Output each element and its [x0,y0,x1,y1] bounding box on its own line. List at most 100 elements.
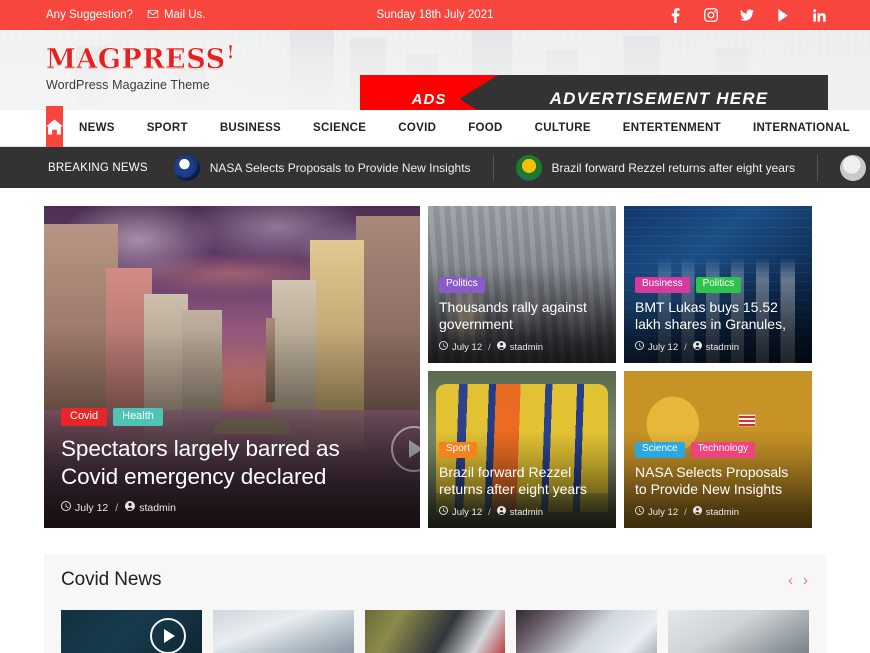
category-badges: Business Politics [635,276,801,293]
post-meta: July 12 / stadmin [635,506,801,518]
nav-item-culture[interactable]: CULTURE [519,122,607,134]
user-icon [692,341,702,353]
chevron-right-icon[interactable]: › [803,573,808,588]
post-date-label: July 12 [452,341,483,353]
featured-row-bottom: Sport Brazil forward Rezzel returns afte… [428,371,812,528]
nasa-logo-thumb-icon [173,154,200,181]
card-title[interactable]: Thousands rally against government [439,299,605,334]
nav-items: NEWS SPORT BUSINESS SCIENCE COVID FOOD C… [63,110,870,146]
card-title[interactable]: Brazil forward Rezzel returns after eigh… [439,464,605,499]
ad-message: ADVERTISEMENT HERE [460,75,828,110]
post-author-label: stadmin [509,506,544,518]
post-date: July 12 [635,506,678,518]
card-body: Science Technology NASA Selects Proposal… [624,432,812,528]
card-title[interactable]: NASA Selects Proposals to Provide New In… [635,464,801,499]
featured-post-card[interactable]: Business Politics BMT Lukas buys 15.52 l… [624,206,812,363]
category-badge-covid[interactable]: Covid [61,408,108,427]
featured-post-card[interactable]: Politics Thousands rally against governm… [428,206,616,363]
post-author-label: stadmin [705,341,740,353]
twitter-icon[interactable] [740,8,754,22]
nav-item-business[interactable]: BUSINESS [204,122,297,134]
youtube-icon[interactable] [776,8,790,22]
post-author-label: stadmin [139,501,176,514]
linkedin-icon[interactable] [812,8,826,22]
post-meta: July 12 / stadmin [439,341,605,353]
nav-item-international[interactable]: INTERNATIONAL [737,122,866,134]
category-badge-science[interactable]: Science [635,441,685,458]
category-badge-politics[interactable]: Politics [439,276,485,293]
ticker-item[interactable]: NASA Selects Proposals to Provide New In… [173,154,494,181]
meta-separator: / [488,341,491,353]
site-logo[interactable]: MAGPRESS! WordPress Magazine Theme [46,42,236,92]
logo-mark: ! [226,42,236,63]
breaking-news-ticker: BREAKING NEWS NASA Selects Proposals to … [0,147,870,188]
ticker-item[interactable]: What I hop [839,154,870,181]
featured-post-title[interactable]: Spectators largely barred as Covid emerg… [61,435,391,491]
covid-news-thumb[interactable] [668,610,809,653]
nav-item-sport[interactable]: SPORT [131,122,204,134]
category-badge-technology[interactable]: Technology [690,441,756,458]
category-badges: Politics [439,276,605,293]
post-author: stadmin [496,341,543,353]
chevron-left-icon[interactable]: ‹ [788,573,793,588]
category-badge-politics[interactable]: Politics [695,276,742,293]
video-play-button-wrap[interactable] [149,618,186,653]
post-date-label: July 12 [648,506,679,518]
mail-us-link[interactable]: Mail Us. [147,9,205,22]
play-icon[interactable] [149,618,186,653]
card-body: Sport Brazil forward Rezzel returns afte… [428,432,616,528]
brazil-crest-thumb-icon [515,154,542,181]
featured-posts-grid: Covid Health Spectators largely barred a… [44,188,826,528]
nav-item-food[interactable]: FOOD [452,122,518,134]
nav-item-politics[interactable]: POLITICS [866,122,870,134]
featured-post-card[interactable]: Sport Brazil forward Rezzel returns afte… [428,371,616,528]
instagram-icon[interactable] [704,8,718,22]
category-badge-sport[interactable]: Sport [439,441,477,458]
logo-text: MAGPRESS [46,44,226,75]
clock-icon [635,341,644,353]
current-date: Sunday 18th July 2021 [376,9,494,21]
nav-item-entertenment[interactable]: ENTERTENMENT [607,122,737,134]
facebook-icon[interactable] [668,7,682,23]
post-date: July 12 [439,341,482,353]
post-meta: July 12 / stadmin [439,506,605,518]
user-icon [496,506,506,518]
clock-icon [635,506,644,518]
featured-post-main[interactable]: Covid Health Spectators largely barred a… [44,206,420,528]
ticker-item[interactable]: Brazil forward Rezzel returns after eigh… [515,154,818,181]
post-date: July 12 [635,341,678,353]
meta-separator: / [488,506,491,518]
advertisement-banner[interactable]: ADS ADVERTISEMENT HERE [360,75,828,110]
category-badges: Science Technology [635,441,801,458]
post-author: stadmin [125,501,176,514]
card-body: Business Politics BMT Lukas buys 15.52 l… [624,267,812,363]
ticker-item-text: NASA Selects Proposals to Provide New In… [209,160,471,175]
covid-news-thumb[interactable] [61,610,202,653]
featured-post-card[interactable]: Science Technology NASA Selects Proposal… [624,371,812,528]
post-date-label: July 12 [75,501,109,514]
social-links [668,7,826,23]
section-header: Covid News ‹ › [44,554,826,606]
category-badge-business[interactable]: Business [635,276,690,293]
covid-news-thumb[interactable] [364,610,506,653]
home-icon[interactable] [46,106,63,147]
post-author: stadmin [692,506,739,518]
meta-separator: / [115,501,119,514]
covid-news-section: Covid News ‹ › [44,554,826,653]
category-badge-health[interactable]: Health [113,408,163,427]
card-title[interactable]: BMT Lukas buys 15.52 lakh shares in Gran… [635,299,801,334]
carousel-controls: ‹ › [788,573,808,588]
nav-item-science[interactable]: SCIENCE [297,122,382,134]
category-badges: Covid Health [61,408,403,427]
covid-news-thumb[interactable] [516,610,658,653]
user-icon [125,501,136,514]
suggestion-label: Any Suggestion? [46,9,133,21]
nav-item-news[interactable]: NEWS [63,122,131,134]
main-navigation: NEWS SPORT BUSINESS SCIENCE COVID FOOD C… [0,106,870,147]
category-badges: Sport [439,441,605,458]
grey-photo-thumb-icon [839,154,866,181]
post-author: stadmin [496,506,544,518]
nav-item-covid[interactable]: COVID [382,122,452,134]
site-header: MAGPRESS! WordPress Magazine Theme ADS A… [0,30,870,110]
covid-news-thumb[interactable] [212,610,354,653]
